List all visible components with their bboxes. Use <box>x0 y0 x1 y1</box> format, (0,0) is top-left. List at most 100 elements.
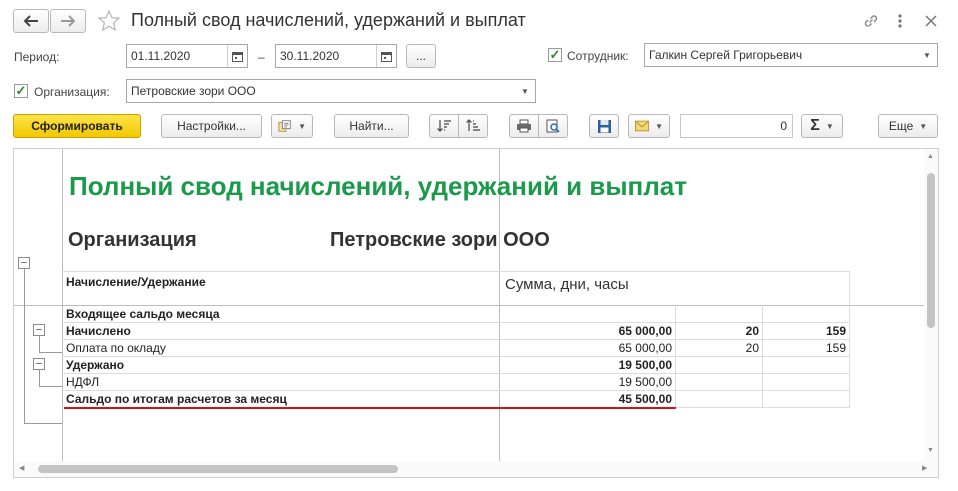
horizontal-scrollbar[interactable]: ◀ ▶ <box>14 461 938 477</box>
chevron-down-icon: ▼ <box>825 121 834 131</box>
row-sum: 65 000,00 <box>618 324 672 338</box>
variant-button[interactable]: ▼ <box>271 114 313 138</box>
sum-value: 0 <box>780 119 787 133</box>
row-days: 20 <box>745 324 759 338</box>
organization-label: Организация: <box>34 85 110 99</box>
outline-line <box>39 386 62 387</box>
organization-checkbox[interactable]: ✓ <box>14 84 28 98</box>
scroll-up-icon[interactable]: ▲ <box>927 153 934 160</box>
sort-asc-button[interactable] <box>458 114 488 138</box>
row-name: Сальдо по итогам расчетов за месяц <box>66 392 287 406</box>
employee-checkbox[interactable]: ✓ <box>548 48 562 62</box>
row-name: Оплата по окладу <box>66 341 166 355</box>
highlight-underline <box>64 407 676 409</box>
period-select-button[interactable]: ... <box>406 44 436 68</box>
chevron-down-icon: ▼ <box>919 121 928 131</box>
horizontal-scroll-thumb[interactable] <box>38 465 398 473</box>
forward-button[interactable] <box>50 9 86 33</box>
collapse-toggle[interactable]: − <box>33 358 45 370</box>
outline-line <box>24 269 25 423</box>
employee-field[interactable]: Галкин Сергей Григорьевич ▼ <box>644 43 938 67</box>
grid-line <box>762 305 763 407</box>
vertical-scrollbar[interactable]: ▲ ▼ <box>924 149 938 461</box>
more-button[interactable]: Еще ▼ <box>878 114 938 138</box>
generate-button[interactable]: Сформировать <box>13 114 141 138</box>
sort-desc-button[interactable] <box>429 114 459 138</box>
scroll-down-icon[interactable]: ▼ <box>927 447 934 454</box>
grid-line <box>62 356 850 357</box>
collapse-toggle[interactable]: − <box>33 324 45 336</box>
chevron-down-icon[interactable]: ▼ <box>917 44 937 66</box>
arrow-right-icon <box>61 15 76 27</box>
outline-line <box>39 336 40 353</box>
save-disk-icon <box>597 119 611 133</box>
link-icon[interactable] <box>862 12 880 30</box>
grid-line <box>849 271 850 305</box>
row-hours: 159 <box>825 324 846 338</box>
outline-line <box>24 423 62 424</box>
scroll-left-icon[interactable]: ◀ <box>19 464 24 472</box>
period-label: Период: <box>14 50 60 64</box>
report-variant-icon <box>278 120 291 132</box>
date-to-field[interactable]: 30.11.2020 <box>275 44 397 68</box>
more-button-label: Еще <box>888 119 914 133</box>
row-sum: 45 500,00 <box>618 392 672 406</box>
preview-button[interactable] <box>538 114 568 138</box>
scroll-right-icon[interactable]: ▶ <box>922 464 927 472</box>
row-name: Входящее сальдо месяца <box>66 307 220 321</box>
sum-field[interactable]: 0 <box>680 114 793 138</box>
window-title: Полный свод начислений, удержаний и выпл… <box>131 10 526 30</box>
vertical-scroll-thumb[interactable] <box>927 173 935 328</box>
sum-mode-button[interactable]: Σ ▼ <box>801 114 843 138</box>
print-button[interactable] <box>509 114 539 138</box>
row-name: Начислено <box>66 324 131 338</box>
close-icon[interactable] <box>923 13 939 29</box>
period-dash: – <box>258 50 265 64</box>
calendar-icon[interactable] <box>376 45 396 67</box>
more-vertical-icon[interactable] <box>895 12 905 30</box>
collapse-toggle[interactable]: − <box>18 257 30 269</box>
report-spreadsheet[interactable]: Полный свод начислений, удержаний и выпл… <box>13 148 939 478</box>
grid-line <box>675 305 676 407</box>
envelope-icon <box>635 120 650 132</box>
column-header-accrual: Начисление/Удержание <box>66 275 206 289</box>
calendar-icon[interactable] <box>227 45 247 67</box>
sort-descending-icon <box>437 120 451 132</box>
grid-line <box>62 373 850 374</box>
favorite-star-icon[interactable] <box>97 9 121 33</box>
send-email-button[interactable]: ▼ <box>628 114 670 138</box>
employee-label: Сотрудник: <box>567 49 629 63</box>
report-title: Полный свод начислений, удержаний и выпл… <box>69 171 687 201</box>
column-header-amount: Сумма, дни, часы <box>505 276 629 293</box>
chevron-down-icon[interactable]: ▼ <box>515 80 535 102</box>
row-sum: 65 000,00 <box>618 341 672 355</box>
back-button[interactable] <box>13 9 49 33</box>
chevron-down-icon: ▼ <box>298 121 306 131</box>
chevron-down-icon: ▼ <box>655 121 663 131</box>
row-name: Удержано <box>66 358 125 372</box>
print-preview-icon <box>546 119 560 133</box>
grid-line <box>849 305 850 407</box>
date-to-value: 30.11.2020 <box>280 49 340 63</box>
save-button[interactable] <box>589 114 619 138</box>
employee-value: Галкин Сергей Григорьевич <box>649 48 803 62</box>
org-name: Петровские зори ООО <box>330 229 550 251</box>
date-from-value: 01.11.2020 <box>131 49 191 63</box>
row-sum: 19 500,00 <box>618 358 672 372</box>
settings-button[interactable]: Настройки... <box>161 114 262 138</box>
find-button[interactable]: Найти... <box>334 114 409 138</box>
organization-value: Петровские зори ООО <box>131 84 256 98</box>
printer-icon <box>517 119 531 133</box>
grid-line <box>62 339 850 340</box>
grid-line <box>62 322 850 323</box>
outline-line <box>39 370 40 387</box>
header-frozen-divider <box>14 305 924 306</box>
row-hours: 159 <box>825 341 846 355</box>
sort-ascending-icon <box>466 119 480 131</box>
date-from-field[interactable]: 01.11.2020 <box>126 44 248 68</box>
row-name: НДФЛ <box>66 375 100 389</box>
organization-field[interactable]: Петровские зори ООО ▼ <box>126 79 536 103</box>
org-caption: Организация <box>68 229 197 251</box>
row-days: 20 <box>745 341 759 355</box>
sigma-icon: Σ <box>810 117 820 134</box>
